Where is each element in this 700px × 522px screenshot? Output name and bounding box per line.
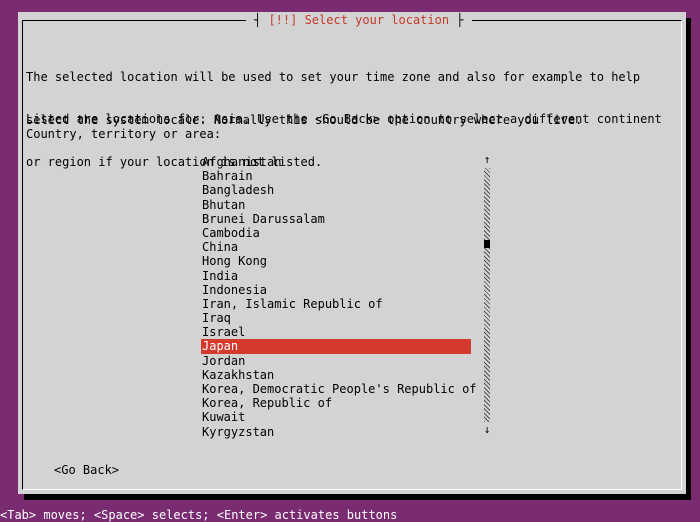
country-list-item[interactable]: Bangladesh bbox=[201, 183, 471, 197]
scroll-up-arrow-icon[interactable]: ↑ bbox=[483, 154, 491, 166]
country-list-item[interactable]: Korea, Republic of bbox=[201, 396, 471, 410]
status-bar: <Tab> moves; <Space> selects; <Enter> ac… bbox=[0, 508, 398, 522]
country-list-item[interactable]: Indonesia bbox=[201, 283, 471, 297]
country-prompt: Country, territory or area: bbox=[26, 127, 222, 141]
country-list-item[interactable]: China bbox=[201, 240, 471, 254]
country-list-item[interactable]: India bbox=[201, 269, 471, 283]
country-list-item[interactable]: Iran, Islamic Republic of bbox=[201, 297, 471, 311]
scroll-thumb[interactable] bbox=[484, 240, 490, 248]
country-list-item[interactable]: Cambodia bbox=[201, 226, 471, 240]
go-back-button[interactable]: <Go Back> bbox=[54, 463, 119, 477]
country-list-item[interactable]: Korea, Democratic People's Republic of bbox=[201, 382, 477, 396]
country-list-item[interactable]: Bahrain bbox=[201, 169, 471, 183]
country-list-item[interactable]: Hong Kong bbox=[201, 254, 471, 268]
country-list-item[interactable]: Afghanistan bbox=[201, 155, 471, 169]
description-line-1: The selected location will be used to se… bbox=[26, 70, 641, 85]
listed-info-line-1: Listed are locations for: Asia. Use the … bbox=[26, 112, 662, 127]
country-list-item[interactable]: Japan bbox=[201, 339, 471, 354]
country-list-item[interactable]: Israel bbox=[201, 325, 471, 339]
country-list-item[interactable]: Bhutan bbox=[201, 198, 471, 212]
country-list-item[interactable]: Kyrgyzstan bbox=[201, 425, 471, 439]
country-list-item[interactable]: Kuwait bbox=[201, 410, 471, 424]
dialog-shadow-right bbox=[686, 18, 691, 500]
country-list-item[interactable]: Iraq bbox=[201, 311, 471, 325]
country-list[interactable]: Afghanistan Bahrain Bangladesh Bhutan Brunei… bbox=[201, 155, 477, 439]
country-list-item[interactable]: Brunei Darussalam bbox=[201, 212, 471, 226]
scroll-down-arrow-icon[interactable]: ↓ bbox=[483, 424, 491, 436]
location-dialog: [!!] Select your location The selected l… bbox=[18, 12, 686, 494]
dialog-title: [!!] Select your location bbox=[246, 12, 472, 29]
scrollbar[interactable]: ↑ ↓ bbox=[483, 154, 491, 436]
scroll-track[interactable] bbox=[484, 168, 490, 422]
dialog-shadow-bottom bbox=[24, 494, 691, 500]
country-list-item[interactable]: Jordan bbox=[201, 354, 471, 368]
country-list-item[interactable]: Kazakhstan bbox=[201, 368, 471, 382]
